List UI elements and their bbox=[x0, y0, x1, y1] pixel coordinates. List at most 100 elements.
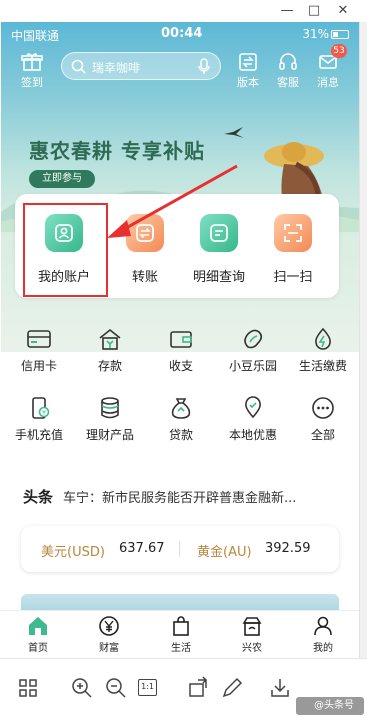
wallet-icon bbox=[170, 331, 192, 348]
svg-text:¥: ¥ bbox=[42, 410, 46, 417]
version-label: 版本 bbox=[237, 76, 259, 89]
edit-pencil-icon[interactable] bbox=[220, 676, 244, 700]
bottom-tab-bar: 首页 财富 生活 兴农 我的 bbox=[1, 610, 359, 658]
service-wealth-products[interactable]: 理财产品 bbox=[80, 396, 140, 443]
annotation-arrow bbox=[107, 164, 238, 238]
service-label: 贷款 bbox=[168, 428, 193, 442]
banner-title: 惠农春耕 专享补贴 bbox=[29, 139, 205, 163]
service-deposit[interactable]: 存款 bbox=[80, 327, 140, 374]
headline-text: 车宁：新市民服务能否开辟普惠金融新... bbox=[63, 491, 297, 506]
battery-percent: 31% bbox=[302, 27, 329, 41]
service-label: 生活缴费 bbox=[298, 359, 347, 373]
search-input[interactable]: 瑞幸咖啡 bbox=[61, 52, 221, 80]
tab-agriculture[interactable]: 兴农 bbox=[227, 615, 277, 654]
microphone-icon[interactable] bbox=[198, 58, 210, 75]
message-label: 消息 bbox=[317, 76, 339, 89]
credit-card-icon bbox=[27, 330, 51, 348]
tab-label: 我的 bbox=[313, 643, 333, 654]
message-badge: 53 bbox=[331, 44, 347, 58]
coins-stack-icon bbox=[101, 397, 119, 419]
tab-life[interactable]: 生活 bbox=[156, 615, 206, 654]
service-label: 全部 bbox=[310, 428, 335, 442]
scan-icon bbox=[274, 214, 312, 252]
customer-service-button[interactable]: 客服 bbox=[271, 52, 305, 90]
exchange-rate-card[interactable]: 美元(USD) 637.67 黄金(AU) 392.59 bbox=[21, 526, 339, 572]
usd-rate-value: 637.67 bbox=[119, 541, 165, 556]
service-label: 客服 bbox=[277, 76, 299, 89]
banner-cta-button[interactable]: 立即参与 bbox=[29, 170, 95, 188]
service-bean-park[interactable]: 小豆乐园 bbox=[223, 327, 283, 374]
watermark: @头条号 bbox=[296, 697, 364, 715]
search-icon bbox=[71, 59, 86, 74]
bolt-drop-icon bbox=[315, 327, 331, 350]
bean-icon bbox=[244, 329, 263, 349]
headset-icon bbox=[279, 53, 297, 70]
actual-size-button[interactable]: 1:1 bbox=[138, 679, 157, 696]
maximize-button[interactable]: □ bbox=[305, 2, 323, 20]
tab-label: 首页 bbox=[28, 643, 48, 654]
yuan-circle-icon bbox=[99, 616, 119, 636]
service-label: 收支 bbox=[168, 359, 193, 373]
usd-rate-label: 美元(USD) bbox=[41, 545, 105, 560]
tab-home[interactable]: 首页 bbox=[13, 615, 63, 654]
swallow-icon bbox=[224, 127, 244, 138]
service-label: 小豆乐园 bbox=[228, 359, 277, 373]
location-pin-icon bbox=[245, 396, 261, 419]
version-button[interactable]: 版本 bbox=[231, 52, 265, 90]
carrier-label: 中国联通 bbox=[11, 29, 60, 43]
search-placeholder: 瑞幸咖啡 bbox=[92, 61, 141, 75]
service-phone-recharge[interactable]: ¥ 手机充值 bbox=[9, 396, 69, 443]
scan-button[interactable]: 扫一扫 bbox=[255, 214, 331, 285]
service-label: 理财产品 bbox=[85, 428, 134, 442]
shopping-bag-icon bbox=[173, 616, 189, 636]
service-bill-payment[interactable]: 生活缴费 bbox=[293, 327, 353, 374]
statement-query-label: 明细查询 bbox=[192, 270, 245, 285]
clock: 00:44 bbox=[161, 26, 203, 41]
tab-mine[interactable]: 我的 bbox=[298, 615, 348, 654]
phone-recharge-icon: ¥ bbox=[32, 397, 50, 419]
gold-rate-label: 黄金(AU) bbox=[197, 545, 252, 560]
close-window-button[interactable]: ✕ bbox=[334, 2, 352, 20]
service-label: 存款 bbox=[97, 359, 122, 373]
service-all[interactable]: 全部 bbox=[293, 396, 353, 443]
phone-screen: 中国联通 00:44 31% 签到 瑞幸咖啡 版本 客服 消息 53 惠农春耕 … bbox=[1, 22, 359, 658]
rotate-icon[interactable] bbox=[186, 676, 210, 700]
service-income-expense[interactable]: 收支 bbox=[151, 327, 211, 374]
rate-divider bbox=[179, 541, 180, 557]
checkin-button[interactable]: 签到 bbox=[15, 52, 49, 90]
scan-label: 扫一扫 bbox=[273, 270, 313, 285]
grid-view-icon[interactable] bbox=[16, 676, 40, 700]
person-icon bbox=[314, 616, 332, 636]
tab-wealth[interactable]: 财富 bbox=[84, 615, 134, 654]
minimize-button[interactable]: — bbox=[278, 2, 296, 20]
farm-shop-icon bbox=[242, 617, 262, 636]
service-label: 信用卡 bbox=[20, 359, 57, 373]
home-icon bbox=[29, 617, 47, 635]
headline-news[interactable]: 头条 车宁：新市民服务能否开辟普惠金融新... bbox=[23, 486, 343, 507]
zoom-out-icon[interactable] bbox=[104, 676, 128, 700]
version-switch-icon bbox=[239, 53, 257, 71]
deposit-house-icon bbox=[99, 328, 121, 350]
service-label: 本地优惠 bbox=[228, 428, 277, 442]
download-icon[interactable] bbox=[268, 676, 292, 700]
loan-bag-icon bbox=[171, 398, 191, 419]
highlight-annotation-box bbox=[23, 203, 108, 297]
gold-rate-value: 392.59 bbox=[265, 541, 311, 556]
zoom-in-icon[interactable] bbox=[70, 676, 94, 700]
window-title-bar: — □ ✕ bbox=[0, 0, 367, 22]
tab-label: 生活 bbox=[171, 643, 191, 654]
more-dots-icon bbox=[312, 397, 334, 419]
service-label: 手机充值 bbox=[14, 428, 63, 442]
tab-label: 财富 bbox=[99, 643, 119, 654]
status-bar: 中国联通 00:44 31% bbox=[1, 22, 359, 46]
tab-label: 兴农 bbox=[242, 643, 262, 654]
battery-indicator: 31% bbox=[302, 27, 349, 41]
transfer-label: 转账 bbox=[131, 270, 158, 285]
service-loan[interactable]: 贷款 bbox=[151, 396, 211, 443]
battery-icon bbox=[331, 30, 349, 39]
service-credit-card[interactable]: 信用卡 bbox=[9, 327, 69, 374]
gift-icon bbox=[21, 53, 43, 71]
window-scrollbar[interactable] bbox=[359, 22, 367, 658]
headline-tag: 头条 bbox=[23, 488, 54, 506]
service-local-deals[interactable]: 本地优惠 bbox=[223, 396, 283, 443]
